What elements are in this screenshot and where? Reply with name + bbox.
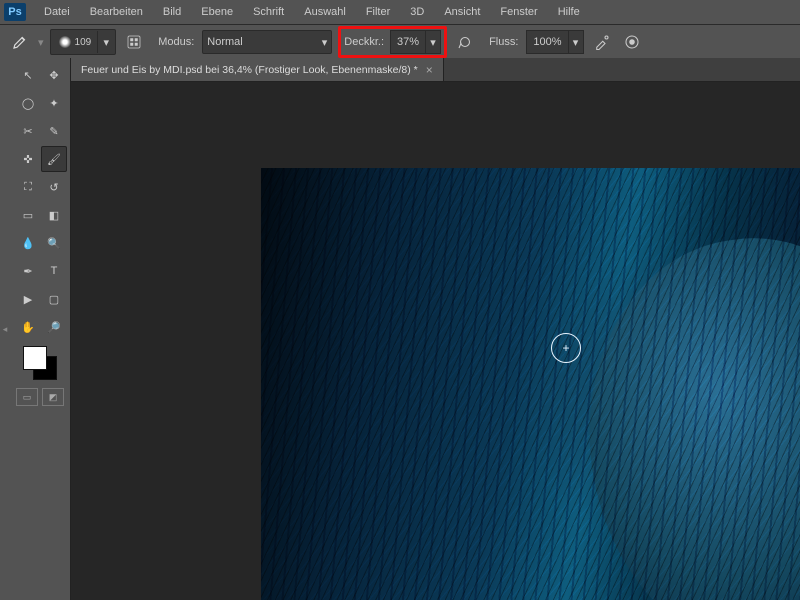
workspace: ◂ ↖✥◯✦✂✎✜🖌⛶↺▭◧💧🔍✒T▶▢✋🔎 ▭ ◩ Feuer und Eis… xyxy=(0,58,800,600)
artboard-tool[interactable]: ✥ xyxy=(41,62,67,88)
hand-tool[interactable]: ✋ xyxy=(15,314,41,340)
ps-logo-icon: Ps xyxy=(4,3,26,21)
brush-cursor-icon xyxy=(551,333,581,363)
screen-mode-standard-icon[interactable]: ▭ xyxy=(16,388,38,406)
clone-stamp-tool[interactable]: ⛶ xyxy=(15,174,41,200)
current-tool-icon[interactable] xyxy=(8,30,32,54)
pen-tool[interactable]: ✒ xyxy=(15,258,41,284)
canvas[interactable] xyxy=(261,168,800,600)
chevron-down-icon: ▾ xyxy=(322,36,328,49)
menu-ebene[interactable]: Ebene xyxy=(191,0,243,24)
opacity-input[interactable]: 37% ▾ xyxy=(390,30,441,54)
flow-input[interactable]: 100% ▾ xyxy=(526,30,583,54)
document-tab-title: Feuer und Eis by MDI.psd bei 36,4% (Fros… xyxy=(81,64,418,76)
menu-auswahl[interactable]: Auswahl xyxy=(294,0,356,24)
type-tool[interactable]: T xyxy=(41,258,67,284)
document-tab-strip: Feuer und Eis by MDI.psd bei 36,4% (Fros… xyxy=(71,58,800,82)
brush-tool[interactable]: 🖌 xyxy=(41,146,67,172)
menu-3d[interactable]: 3D xyxy=(400,0,434,24)
zoom-tool[interactable]: 🔎 xyxy=(41,314,67,340)
foreground-color-swatch[interactable] xyxy=(23,346,47,370)
chevron-down-icon[interactable]: ▾ xyxy=(97,31,111,53)
rectangle-tool[interactable]: ▢ xyxy=(41,286,67,312)
opacity-value: 37% xyxy=(391,36,425,48)
close-icon[interactable]: × xyxy=(426,63,433,77)
brush-size-value: 109 xyxy=(75,37,92,48)
tools-panel: ↖✥◯✦✂✎✜🖌⛶↺▭◧💧🔍✒T▶▢✋🔎 ▭ ◩ xyxy=(10,58,71,600)
menu-hilfe[interactable]: Hilfe xyxy=(548,0,590,24)
move-tool[interactable]: ↖ xyxy=(15,62,41,88)
mode-label: Modus: xyxy=(158,36,194,48)
menu-schrift[interactable]: Schrift xyxy=(243,0,294,24)
canvas-image xyxy=(261,168,800,600)
opacity-highlight-annotation: Deckkr.: 37% ▾ xyxy=(338,26,447,58)
lasso-tool[interactable]: ◯ xyxy=(15,90,41,116)
menu-filter[interactable]: Filter xyxy=(356,0,400,24)
blur-tool[interactable]: 💧 xyxy=(15,230,41,256)
path-selection-tool[interactable]: ▶ xyxy=(15,286,41,312)
menu-datei[interactable]: Datei xyxy=(34,0,80,24)
eraser-tool[interactable]: ▭ xyxy=(15,202,41,228)
menu-fenster[interactable]: Fenster xyxy=(490,0,547,24)
healing-brush-tool[interactable]: ✜ xyxy=(15,146,41,172)
menu-bild[interactable]: Bild xyxy=(153,0,191,24)
color-swatches[interactable] xyxy=(23,346,57,380)
brush-panel-toggle-icon[interactable] xyxy=(122,30,146,54)
blend-mode-value: Normal xyxy=(207,36,242,48)
chevron-down-icon[interactable]: ▾ xyxy=(425,31,440,53)
gradient-tool[interactable]: ◧ xyxy=(41,202,67,228)
opacity-pressure-icon[interactable] xyxy=(453,30,477,54)
airbrush-icon[interactable] xyxy=(590,30,614,54)
crop-tool[interactable]: ✂ xyxy=(15,118,41,144)
menu-bearbeiten[interactable]: Bearbeiten xyxy=(80,0,153,24)
history-brush-tool[interactable]: ↺ xyxy=(41,174,67,200)
size-pressure-icon[interactable] xyxy=(620,30,644,54)
tool-options-bar: ▾ 109 ▾ Modus: Normal ▾ Deckkr.: 37% ▾ F… xyxy=(0,25,800,60)
panel-collapse-grip[interactable]: ◂ xyxy=(0,58,10,600)
brush-preview-icon xyxy=(59,36,71,48)
blend-mode-dropdown[interactable]: Normal ▾ xyxy=(202,30,332,54)
menu-bar: Ps Datei Bearbeiten Bild Ebene Schrift A… xyxy=(0,0,800,25)
document-tab[interactable]: Feuer und Eis by MDI.psd bei 36,4% (Fros… xyxy=(71,58,444,81)
quick-mask-icon[interactable]: ◩ xyxy=(42,388,64,406)
flow-label: Fluss: xyxy=(489,36,518,48)
magic-wand-tool[interactable]: ✦ xyxy=(41,90,67,116)
chevron-down-icon[interactable]: ▾ xyxy=(568,31,583,53)
menu-ansicht[interactable]: Ansicht xyxy=(434,0,490,24)
document-area: Feuer und Eis by MDI.psd bei 36,4% (Fros… xyxy=(71,58,800,600)
brush-preset-picker[interactable]: 109 ▾ xyxy=(50,29,117,55)
chevron-down-icon[interactable]: ▾ xyxy=(38,36,44,49)
flow-value: 100% xyxy=(527,36,567,48)
opacity-label: Deckkr.: xyxy=(344,36,384,48)
dodge-tool[interactable]: 🔍 xyxy=(41,230,67,256)
eyedropper-tool[interactable]: ✎ xyxy=(41,118,67,144)
